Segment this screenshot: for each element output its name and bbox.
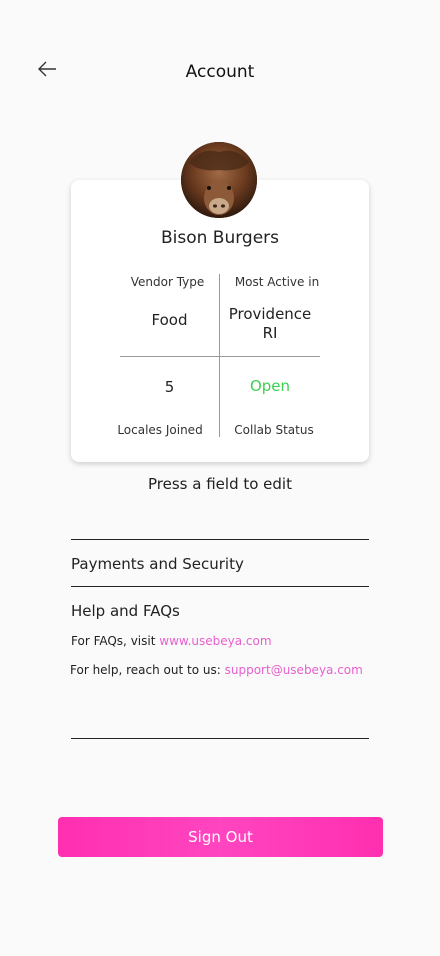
payments-security-item[interactable]: Payments and Security bbox=[71, 555, 244, 573]
faq-line: For FAQs, visit www.usebeya.com bbox=[71, 634, 272, 648]
vendor-type-value[interactable]: Food bbox=[120, 311, 219, 330]
page-title: Account bbox=[185, 62, 255, 82]
faq-link[interactable]: www.usebeya.com bbox=[159, 634, 271, 648]
help-faqs-item[interactable]: Help and FAQs bbox=[71, 602, 180, 620]
faq-prefix: For FAQs, visit bbox=[71, 634, 156, 648]
collab-status-value[interactable]: Open bbox=[220, 377, 320, 396]
divider bbox=[71, 586, 369, 587]
most-active-value[interactable]: Providence RI bbox=[220, 305, 320, 343]
bison-avatar bbox=[181, 142, 257, 218]
divider bbox=[71, 539, 369, 540]
avatar[interactable] bbox=[181, 142, 257, 218]
support-line: For help, reach out to us: support@usebe… bbox=[70, 663, 363, 677]
locales-joined-value[interactable]: 5 bbox=[120, 378, 219, 397]
vendor-name: Bison Burgers bbox=[160, 228, 280, 248]
collab-status-label: Collab Status bbox=[234, 423, 314, 437]
locales-joined-label: Locales Joined bbox=[117, 423, 203, 437]
support-prefix: For help, reach out to us: bbox=[70, 663, 221, 677]
edit-hint: Press a field to edit bbox=[148, 475, 292, 493]
sign-out-button[interactable]: Sign Out bbox=[58, 817, 383, 857]
divider bbox=[71, 738, 369, 739]
vendor-type-label: Vendor Type bbox=[130, 275, 205, 289]
support-email-link[interactable]: support@usebeya.com bbox=[225, 663, 363, 677]
stats-divider-horizontal bbox=[120, 356, 320, 357]
most-active-state: RI bbox=[262, 324, 278, 342]
most-active-label: Most Active in bbox=[234, 275, 320, 289]
most-active-city: Providence bbox=[228, 305, 312, 323]
